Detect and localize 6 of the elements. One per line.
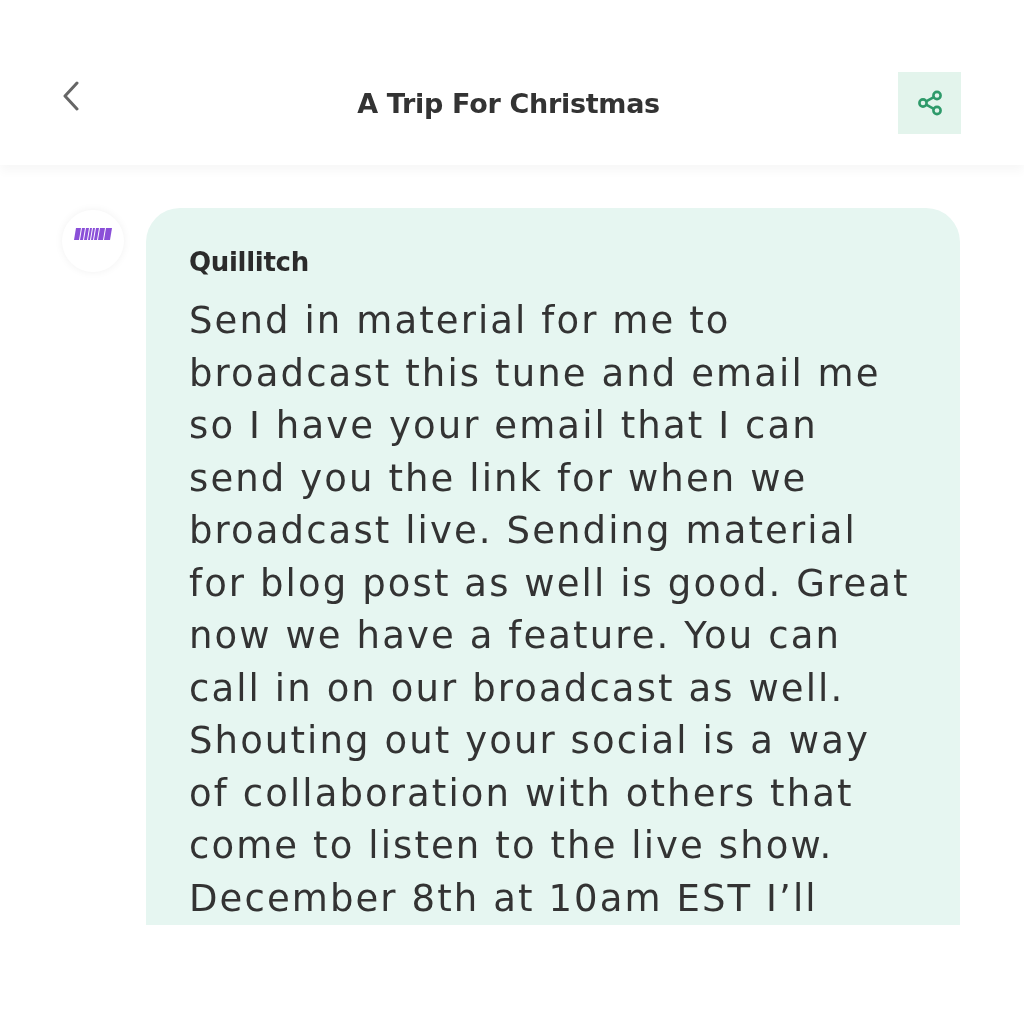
message-text: Send in material for me to broadcast this tune and email me so I have your email that I can send you the link for when we broadcast live. Sending material for blog post as well is good. Great now we have a feature. You can call in on our broadcast as well. Shouting out your social is a way of collaboration with others that come to listen to the live show. December 8th at 10am EST I’ll [189, 298, 911, 922]
sender-name: Quillitch [189, 246, 310, 278]
share-icon [916, 89, 943, 116]
chevron-left-icon [62, 80, 80, 111]
share-button[interactable] [898, 71, 961, 134]
page-title: A Trip For Christmas [357, 88, 660, 119]
